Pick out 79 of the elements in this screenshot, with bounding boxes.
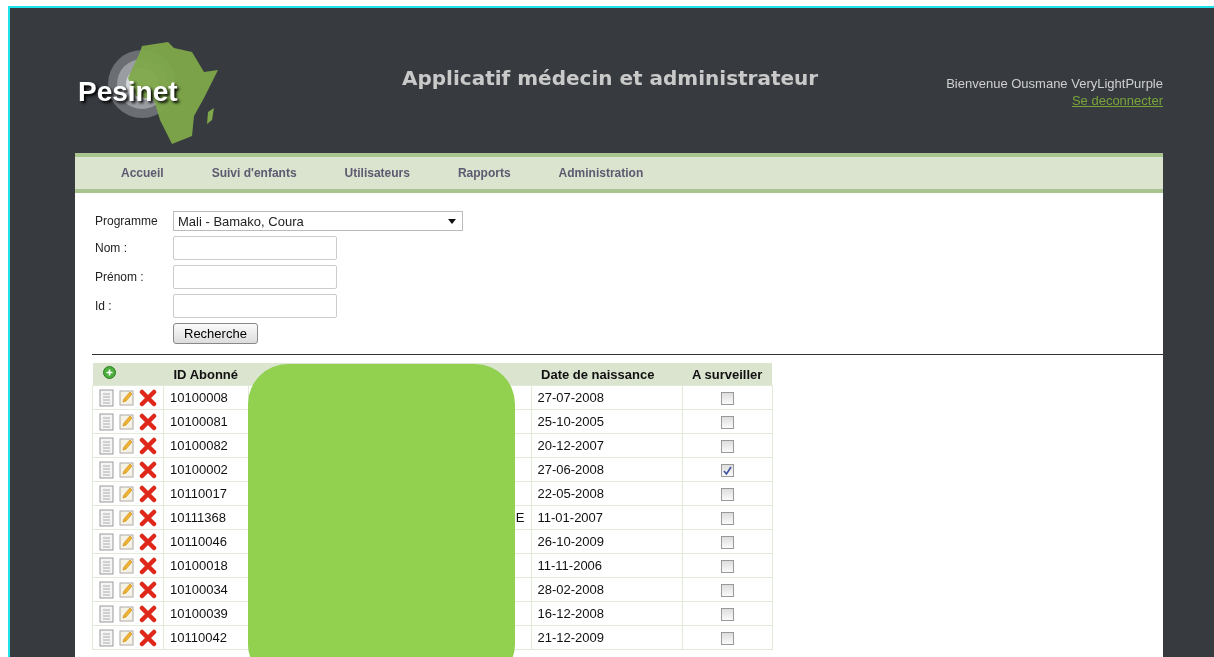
nav-tab[interactable]: Accueil	[97, 166, 188, 180]
table-cell: 21-12-2009	[531, 625, 682, 650]
field-label: Prénom :	[95, 270, 145, 284]
table-cell: 22-05-2008	[531, 481, 682, 506]
table-cell: 28-02-2008	[531, 577, 682, 602]
watch-checkbox[interactable]	[720, 464, 734, 478]
column-header: ID Abonné	[163, 363, 248, 386]
delete-icon[interactable]	[139, 532, 157, 551]
document-icon[interactable]	[99, 484, 115, 503]
delete-icon[interactable]	[139, 436, 157, 455]
column-header: Date de naissance	[531, 363, 682, 386]
watch-checkbox[interactable]	[720, 608, 734, 622]
table-cell: 26-10-2009	[531, 529, 682, 554]
table-cell: 10100008	[163, 385, 248, 410]
edit-icon[interactable]	[119, 628, 135, 647]
document-icon[interactable]	[99, 436, 115, 455]
column-header: A surveiller	[682, 363, 773, 386]
nav-tab[interactable]: Utilisateurs	[320, 166, 434, 180]
field-label: Programme	[95, 214, 159, 228]
delete-icon[interactable]	[139, 460, 157, 479]
delete-icon[interactable]	[139, 412, 157, 431]
document-icon[interactable]	[99, 508, 115, 527]
delete-icon[interactable]	[139, 484, 157, 503]
nav-tab[interactable]: Rapports	[433, 166, 535, 180]
document-icon[interactable]	[99, 460, 115, 479]
edit-icon[interactable]	[119, 436, 135, 455]
table-cell: 27-07-2008	[531, 385, 682, 410]
edit-icon[interactable]	[119, 412, 135, 431]
edit-icon[interactable]	[119, 580, 135, 599]
watch-checkbox[interactable]	[720, 440, 734, 454]
edit-icon[interactable]	[119, 508, 135, 527]
field-label: Nom :	[95, 241, 128, 255]
watch-checkbox[interactable]	[720, 584, 734, 598]
caret-icon	[448, 218, 456, 224]
delete-icon[interactable]	[139, 556, 157, 575]
watch-checkbox[interactable]	[720, 536, 734, 550]
search-button[interactable]: Recherche	[173, 323, 258, 344]
program-select[interactable]: Mali - Bamako, Coura	[173, 211, 463, 231]
table-cell: 25-10-2005	[531, 409, 682, 434]
delete-icon[interactable]	[139, 388, 157, 407]
document-icon[interactable]	[99, 388, 115, 407]
delete-icon[interactable]	[139, 508, 157, 527]
table-cell: 20-12-2007	[531, 433, 682, 458]
nav-tab[interactable]: Suivi d'enfants	[187, 166, 321, 180]
watch-checkbox[interactable]	[720, 392, 734, 406]
edit-icon[interactable]	[119, 532, 135, 551]
document-icon[interactable]	[99, 580, 115, 599]
document-icon[interactable]	[99, 628, 115, 647]
welcome-text: Bienvenue Ousmane VeryLightPurple	[946, 76, 1163, 91]
input-field[interactable]	[173, 294, 337, 318]
document-icon[interactable]	[99, 412, 115, 431]
delete-icon[interactable]	[139, 628, 157, 647]
table-cell: 16-12-2008	[531, 601, 682, 626]
watch-checkbox[interactable]	[720, 560, 734, 574]
edit-icon[interactable]	[119, 460, 135, 479]
nav-tab[interactable]: Administration	[534, 166, 668, 180]
table-cell: 11-11-2006	[531, 553, 682, 578]
field-label: Id :	[95, 299, 113, 313]
page-title: Applicatif médecin et administrateur	[402, 66, 819, 90]
document-icon[interactable]	[99, 556, 115, 575]
document-icon[interactable]	[99, 532, 115, 551]
delete-icon[interactable]	[139, 604, 157, 623]
delete-icon[interactable]	[139, 580, 157, 599]
logout-link[interactable]: Se deconnecter	[1071, 93, 1163, 108]
watch-checkbox[interactable]	[720, 416, 734, 430]
watch-checkbox[interactable]	[720, 632, 734, 646]
table-cell: E	[515, 510, 525, 525]
edit-icon[interactable]	[119, 604, 135, 623]
input-field[interactable]	[173, 236, 337, 260]
table-cell: 11-01-2007	[531, 505, 682, 530]
add-icon[interactable]	[102, 366, 116, 379]
input-field[interactable]	[173, 265, 337, 289]
edit-icon[interactable]	[119, 556, 135, 575]
watch-checkbox[interactable]	[720, 512, 734, 526]
edit-icon[interactable]	[119, 484, 135, 503]
table-cell: 27-06-2008	[531, 457, 682, 482]
document-icon[interactable]	[99, 604, 115, 623]
watch-checkbox[interactable]	[720, 488, 734, 502]
edit-icon[interactable]	[119, 388, 135, 407]
